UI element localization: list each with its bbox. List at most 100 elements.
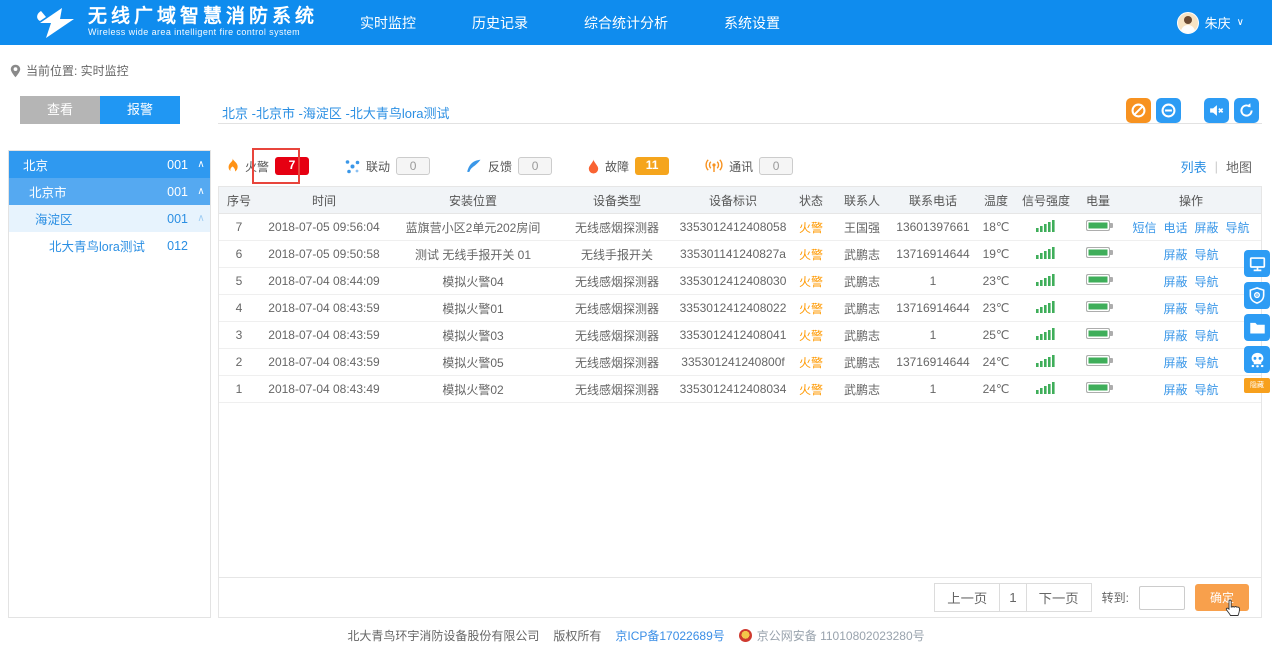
table-header-row: 序号 时间 安装位置 设备类型 设备标识 状态 联系人 联系电话 温度 信号强度… bbox=[219, 187, 1261, 214]
cell-time: 2018-07-04 08:43:59 bbox=[259, 328, 389, 342]
chevron-up-icon[interactable]: ∧ bbox=[192, 213, 210, 224]
alarm-toolbar bbox=[1126, 98, 1259, 123]
row-action-link[interactable]: 导航 bbox=[1195, 246, 1219, 263]
nav-settings[interactable]: 系统设置 bbox=[724, 13, 780, 33]
cell-actions: 屏蔽导航 bbox=[1121, 273, 1261, 290]
filter-feedback[interactable]: 反馈 0 bbox=[466, 157, 552, 175]
cell-device-id: 335301241240800f bbox=[677, 355, 789, 369]
row-action-link[interactable]: 导航 bbox=[1195, 300, 1219, 317]
avatar bbox=[1177, 12, 1199, 34]
row-action-link[interactable]: 导航 bbox=[1195, 381, 1219, 398]
cell-device-type: 无线感烟探测器 bbox=[557, 354, 677, 371]
cell-device-id: 3353012412408058 bbox=[677, 220, 789, 234]
table-row: 42018-07-04 08:43:59模拟火警01无线感烟探测器3353012… bbox=[219, 295, 1261, 322]
view-map-link[interactable]: 地图 bbox=[1226, 157, 1252, 176]
divider: | bbox=[1215, 159, 1218, 174]
row-action-link[interactable]: 短信 bbox=[1132, 219, 1156, 236]
tree-item-beijing[interactable]: 北京 001 ∧ bbox=[9, 151, 210, 178]
row-action-link[interactable]: 屏蔽 bbox=[1163, 354, 1187, 371]
ban-icon bbox=[1130, 102, 1147, 119]
page-number-button[interactable]: 1 bbox=[999, 583, 1026, 612]
battery-icon bbox=[1086, 247, 1110, 258]
cell-location: 模拟火警04 bbox=[389, 273, 557, 290]
cell-device-id: 3353012412408022 bbox=[677, 301, 789, 315]
collapse-tag[interactable]: 隐藏 bbox=[1244, 378, 1270, 393]
signal-strength-icon bbox=[1036, 354, 1056, 367]
row-action-link[interactable]: 导航 bbox=[1195, 354, 1219, 371]
cell-battery bbox=[1075, 301, 1121, 315]
nav-statistics[interactable]: 综合统计分析 bbox=[584, 13, 668, 33]
row-action-link[interactable]: 导航 bbox=[1226, 219, 1250, 236]
cell-contact: 王国强 bbox=[833, 219, 891, 236]
cell-contact: 武鹏志 bbox=[833, 246, 891, 263]
filter-label: 反馈 bbox=[488, 158, 512, 175]
tree-item-haidian[interactable]: 海淀区 001 ∧ bbox=[9, 205, 210, 232]
ban-button[interactable] bbox=[1126, 98, 1151, 123]
cell-status: 火警 bbox=[789, 219, 833, 236]
minus-circle-button[interactable] bbox=[1156, 98, 1181, 123]
battery-icon bbox=[1086, 328, 1110, 339]
refresh-button[interactable] bbox=[1234, 98, 1259, 123]
monitor-panel-button[interactable] bbox=[1244, 250, 1270, 277]
footer-rights: 版权所有 bbox=[553, 627, 601, 644]
tab-alarm[interactable]: 报警 bbox=[100, 96, 180, 124]
tree-item-beijing-city[interactable]: 北京市 001 ∧ bbox=[9, 178, 210, 205]
filter-fire[interactable]: 火警 7 bbox=[226, 157, 309, 175]
filter-count-badge: 0 bbox=[396, 157, 430, 175]
row-action-link[interactable]: 屏蔽 bbox=[1163, 381, 1187, 398]
confirm-button[interactable]: 确定 bbox=[1195, 584, 1249, 611]
cell-temperature: 18℃ bbox=[975, 220, 1017, 234]
row-action-link[interactable]: 屏蔽 bbox=[1163, 246, 1187, 263]
nav-history[interactable]: 历史记录 bbox=[472, 13, 528, 33]
cell-time: 2018-07-04 08:43:59 bbox=[259, 355, 389, 369]
row-action-link[interactable]: 屏蔽 bbox=[1163, 327, 1187, 344]
security-panel-button[interactable] bbox=[1244, 282, 1270, 309]
filter-fault[interactable]: 故障 11 bbox=[588, 157, 669, 175]
cell-status: 火警 bbox=[789, 354, 833, 371]
filter-comm[interactable]: 通讯 0 bbox=[705, 157, 793, 175]
comm-icon bbox=[705, 159, 723, 173]
cell-signal bbox=[1017, 327, 1075, 343]
user-menu[interactable]: 朱庆 ∨ bbox=[1177, 12, 1244, 34]
view-list-link[interactable]: 列表 bbox=[1181, 157, 1207, 176]
row-action-link[interactable]: 屏蔽 bbox=[1163, 300, 1187, 317]
col-phone: 联系电话 bbox=[891, 192, 975, 209]
tree-item-lora-test[interactable]: 北大青鸟lora测试 012 bbox=[9, 232, 210, 259]
files-panel-button[interactable] bbox=[1244, 314, 1270, 341]
feedback-icon bbox=[466, 159, 482, 173]
tab-view[interactable]: 查看 bbox=[20, 96, 100, 124]
prev-page-button[interactable]: 上一页 bbox=[934, 583, 1000, 612]
row-action-link[interactable]: 屏蔽 bbox=[1195, 219, 1219, 236]
footer-icp-link[interactable]: 京ICP备17022689号 bbox=[615, 627, 724, 644]
filter-linkage[interactable]: 联动 0 bbox=[345, 157, 430, 175]
row-action-link[interactable]: 电话 bbox=[1163, 219, 1187, 236]
row-action-link[interactable]: 导航 bbox=[1195, 327, 1219, 344]
refresh-icon bbox=[1238, 102, 1255, 119]
next-page-button[interactable]: 下一页 bbox=[1026, 583, 1092, 612]
goto-page-input[interactable] bbox=[1139, 586, 1185, 610]
pagination: 上一页 1 下一页 转到: 确定 bbox=[219, 577, 1261, 617]
row-action-link[interactable]: 屏蔽 bbox=[1163, 273, 1187, 290]
chevron-up-icon[interactable]: ∧ bbox=[192, 159, 210, 170]
table-row: 52018-07-04 08:44:09模拟火警04无线感烟探测器3353012… bbox=[219, 268, 1261, 295]
cell-signal bbox=[1017, 300, 1075, 316]
cell-temperature: 23℃ bbox=[975, 274, 1017, 288]
col-device-id: 设备标识 bbox=[677, 192, 789, 209]
hazard-panel-button[interactable] bbox=[1244, 346, 1270, 373]
cell-contact: 武鹏志 bbox=[833, 354, 891, 371]
filter-label: 通讯 bbox=[729, 158, 753, 175]
chevron-up-icon[interactable]: ∧ bbox=[192, 186, 210, 197]
mute-button[interactable] bbox=[1204, 98, 1229, 123]
police-emblem-icon bbox=[739, 629, 752, 642]
cell-location: 模拟火警02 bbox=[389, 381, 557, 398]
cell-actions: 屏蔽导航 bbox=[1121, 327, 1261, 344]
flame-icon bbox=[226, 158, 239, 174]
cell-seq: 7 bbox=[219, 220, 259, 234]
cell-time: 2018-07-05 09:56:04 bbox=[259, 220, 389, 234]
row-action-link[interactable]: 导航 bbox=[1195, 273, 1219, 290]
signal-strength-icon bbox=[1036, 300, 1056, 313]
table-row: 12018-07-04 08:43:49模拟火警02无线感烟探测器3353012… bbox=[219, 376, 1261, 403]
nav-realtime-monitor[interactable]: 实时监控 bbox=[360, 13, 416, 33]
divider bbox=[218, 123, 1262, 124]
cell-device-id: 335301141240827a bbox=[677, 247, 789, 261]
